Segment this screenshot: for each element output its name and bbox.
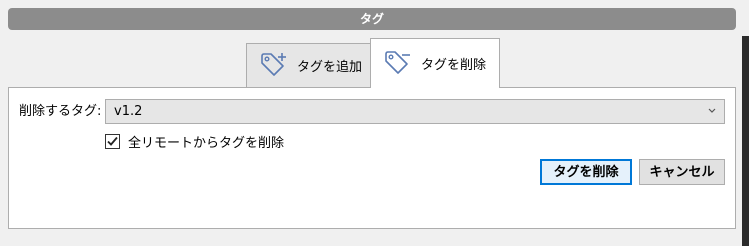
tag-select-dropdown[interactable]: v1.2 xyxy=(105,99,725,124)
tag-to-delete-label: 削除するタグ: xyxy=(19,104,102,119)
delete-from-all-remotes-checkbox[interactable] xyxy=(105,134,120,149)
dialog-title-bar: タグ xyxy=(8,8,736,30)
chevron-down-icon xyxy=(706,103,718,119)
tag-remove-icon xyxy=(383,49,413,79)
tab-delete-tag-label: タグを削除 xyxy=(421,58,487,73)
tab-delete-tag[interactable]: タグを削除 xyxy=(370,38,500,88)
delete-from-all-remotes-label: 全リモートからタグを削除 xyxy=(128,136,285,151)
tab-add-tag-label: タグを追加 xyxy=(297,60,363,75)
delete-from-all-remotes-option[interactable]: 全リモートからタグを削除 xyxy=(105,132,284,151)
tab-add-tag[interactable]: タグを追加 xyxy=(246,43,371,87)
cancel-button[interactable]: キャンセル xyxy=(639,159,725,185)
delete-tag-button[interactable]: タグを削除 xyxy=(540,159,632,185)
tag-add-icon xyxy=(259,51,289,81)
tab-bar: タグを追加 タグを削除 xyxy=(0,38,749,88)
delete-tag-panel: 削除するタグ: v1.2 全リモートからタグを削除 タグを削除 キャンセル xyxy=(8,87,736,229)
dialog-title: タグ xyxy=(359,12,384,26)
tag-select-value: v1.2 xyxy=(114,104,143,119)
